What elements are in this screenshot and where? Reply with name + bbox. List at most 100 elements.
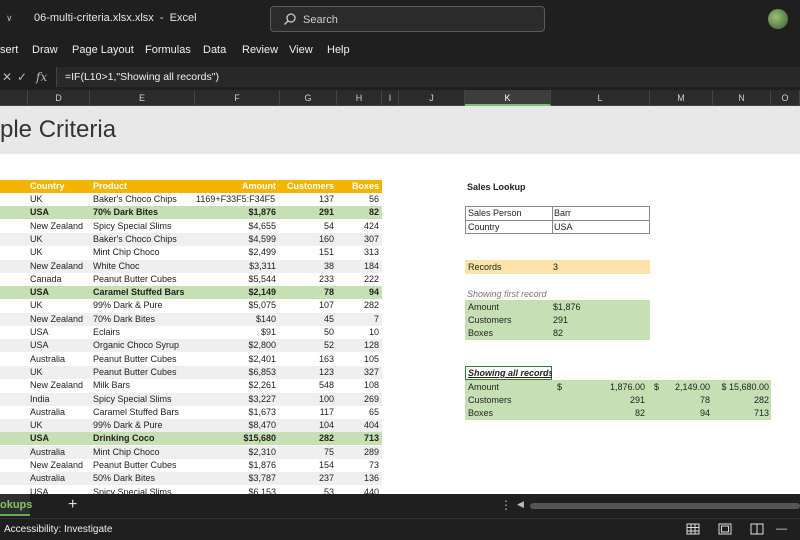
- all-amount-value-1[interactable]: 1,876.00: [565, 381, 645, 394]
- cell-amount[interactable]: $6,153: [196, 486, 276, 494]
- cell-boxes[interactable]: 7: [337, 313, 379, 326]
- cell-customers[interactable]: 163: [281, 353, 334, 366]
- cell-product[interactable]: Spicy Special Slims: [93, 220, 193, 233]
- header-amount[interactable]: Amount: [196, 180, 276, 193]
- cell-amount[interactable]: $5,544: [196, 273, 276, 286]
- cell-amount[interactable]: $3,227: [196, 393, 276, 406]
- cell-customers[interactable]: 107: [281, 299, 334, 312]
- cell-country[interactable]: USA: [30, 432, 90, 445]
- cell-country[interactable]: USA: [30, 326, 90, 339]
- cell-country[interactable]: New Zealand: [30, 260, 90, 273]
- column-header-n[interactable]: N: [713, 90, 771, 106]
- cancel-icon[interactable]: ✕: [2, 70, 12, 84]
- scroll-left-icon[interactable]: ◀: [517, 499, 524, 510]
- cell-country[interactable]: USA: [30, 486, 90, 494]
- column-header-o[interactable]: O: [771, 90, 800, 106]
- page-layout-view-icon[interactable]: [718, 523, 732, 535]
- cell-customers[interactable]: 78: [281, 286, 334, 299]
- cell-product[interactable]: Mint Chip Choco: [93, 446, 193, 459]
- column-header-h[interactable]: H: [337, 90, 382, 106]
- cell-amount[interactable]: $2,149: [196, 286, 276, 299]
- cell-amount[interactable]: $2,310: [196, 446, 276, 459]
- column-header-stub[interactable]: [0, 90, 28, 106]
- cell-boxes[interactable]: 56: [337, 193, 379, 206]
- header-product[interactable]: Product: [93, 180, 193, 193]
- column-header-j[interactable]: J: [399, 90, 465, 106]
- column-header-m[interactable]: M: [650, 90, 713, 106]
- zoom-out-icon[interactable]: —: [776, 523, 787, 535]
- cell-product[interactable]: Drinking Coco: [93, 432, 193, 445]
- cell-amount[interactable]: $2,800: [196, 339, 276, 352]
- cell-customers[interactable]: 291: [281, 206, 334, 219]
- cell-amount[interactable]: $140: [196, 313, 276, 326]
- all-customers-value-3[interactable]: 282: [711, 394, 769, 407]
- cell-product[interactable]: White Choc: [93, 260, 193, 273]
- cell-country[interactable]: USA: [30, 286, 90, 299]
- all-customers-value-1[interactable]: 291: [565, 394, 645, 407]
- cell-product[interactable]: Mint Chip Choco: [93, 246, 193, 259]
- cell-customers[interactable]: 104: [281, 419, 334, 432]
- cell-country[interactable]: New Zealand: [30, 313, 90, 326]
- cell-amount[interactable]: $15,680: [196, 432, 276, 445]
- cell-country[interactable]: Australia: [30, 446, 90, 459]
- cell-amount[interactable]: $3,311: [196, 260, 276, 273]
- first-amount-value[interactable]: $1,876: [553, 301, 633, 314]
- cell-amount[interactable]: $2,499: [196, 246, 276, 259]
- column-header-g[interactable]: G: [280, 90, 337, 106]
- cell-boxes[interactable]: 65: [337, 406, 379, 419]
- cell-boxes[interactable]: 713: [337, 432, 379, 445]
- more-options-icon[interactable]: ⋮: [500, 498, 512, 512]
- cell-boxes[interactable]: 10: [337, 326, 379, 339]
- menu-review[interactable]: Review: [242, 44, 278, 56]
- cell-customers[interactable]: 160: [281, 233, 334, 246]
- cell-boxes[interactable]: 184: [337, 260, 379, 273]
- cell-product[interactable]: Spicy Special Slims: [93, 393, 193, 406]
- cell-amount[interactable]: $2,401: [196, 353, 276, 366]
- cell-boxes[interactable]: 307: [337, 233, 379, 246]
- criteria-value-sales-person[interactable]: Barr: [554, 207, 644, 220]
- formula-input[interactable]: =IF(L10>1,"Showing all records"): [56, 67, 800, 87]
- cell-customers[interactable]: 151: [281, 246, 334, 259]
- cell-amount[interactable]: $5,075: [196, 299, 276, 312]
- cell-product[interactable]: Caramel Stuffed Bars: [93, 286, 193, 299]
- cell-amount[interactable]: $1,876: [196, 459, 276, 472]
- cell-boxes[interactable]: 440: [337, 486, 379, 494]
- cell-country[interactable]: New Zealand: [30, 220, 90, 233]
- cell-product[interactable]: Baker's Choco Chips: [93, 233, 193, 246]
- cell-boxes[interactable]: 73: [337, 459, 379, 472]
- menu-data[interactable]: Data: [203, 44, 226, 56]
- cell-amount[interactable]: $1,673: [196, 406, 276, 419]
- add-sheet-button[interactable]: +: [68, 496, 77, 514]
- cell-product[interactable]: 50% Dark Bites: [93, 472, 193, 485]
- cell-customers[interactable]: 45: [281, 313, 334, 326]
- cell-product[interactable]: Peanut Butter Cubes: [93, 459, 193, 472]
- cell-country[interactable]: UK: [30, 233, 90, 246]
- cell-country[interactable]: UK: [30, 299, 90, 312]
- cell-customers[interactable]: 123: [281, 366, 334, 379]
- chevron-down-icon[interactable]: ∨: [6, 13, 13, 24]
- cell-country[interactable]: New Zealand: [30, 379, 90, 392]
- cell-product[interactable]: 70% Dark Bites: [93, 313, 193, 326]
- cell-country[interactable]: USA: [30, 339, 90, 352]
- sheet-tab-lookups[interactable]: okups: [0, 494, 32, 516]
- horizontal-scrollbar[interactable]: [530, 503, 800, 509]
- cell-country[interactable]: UK: [30, 366, 90, 379]
- menu-formulas[interactable]: Formulas: [145, 44, 191, 56]
- cell-amount[interactable]: $8,470: [196, 419, 276, 432]
- cell-country[interactable]: Australia: [30, 353, 90, 366]
- cell-country[interactable]: Australia: [30, 472, 90, 485]
- all-amount-value-3[interactable]: $ 15,680.00: [711, 381, 769, 394]
- cell-boxes[interactable]: 269: [337, 393, 379, 406]
- cell-product[interactable]: Peanut Butter Cubes: [93, 273, 193, 286]
- cell-boxes[interactable]: 105: [337, 353, 379, 366]
- cell-country[interactable]: USA: [30, 206, 90, 219]
- cell-customers[interactable]: 50: [281, 326, 334, 339]
- cell-boxes[interactable]: 108: [337, 379, 379, 392]
- column-header-e[interactable]: E: [90, 90, 195, 106]
- cell-product[interactable]: Eclairs: [93, 326, 193, 339]
- avatar[interactable]: [768, 9, 788, 29]
- search-box[interactable]: Search: [270, 6, 545, 32]
- cell-customers[interactable]: 154: [281, 459, 334, 472]
- cell-product[interactable]: Spicy Special Slims: [93, 486, 193, 494]
- menu-draw[interactable]: Draw: [32, 44, 58, 56]
